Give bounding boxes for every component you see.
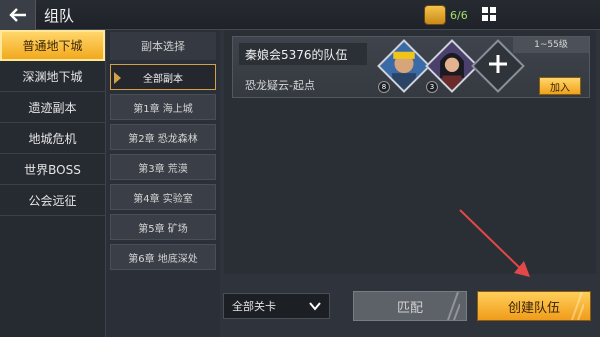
top-bar: 组队 6/6	[0, 0, 600, 30]
chapter-item-5[interactable]: 第5章 矿场	[110, 214, 216, 240]
team-card[interactable]: 秦娘会5376的队伍 恐龙疑云-起点 1~55级 8 3 加入	[232, 36, 590, 98]
chapter-item-all[interactable]: 全部副本	[110, 64, 216, 90]
plus-icon	[489, 55, 507, 73]
chevron-down-icon	[309, 302, 321, 311]
chapter-list: 副本选择 全部副本 第1章 海上城 第2章 恐龙森林 第3章 荒漠 第4章 实验…	[106, 30, 220, 337]
stage-filter-value: 全部关卡	[232, 300, 276, 313]
match-button[interactable]: 匹配	[353, 291, 467, 321]
category-normal-dungeon[interactable]: 普通地下城	[0, 30, 105, 61]
annotation-arrow-icon	[459, 209, 530, 277]
chapter-list-header: 副本选择	[110, 32, 216, 60]
back-arrow-icon	[8, 8, 26, 22]
decorative-stripes-icon	[571, 292, 584, 320]
create-team-button-label: 创建队伍	[507, 300, 560, 316]
member-level-badge-1: 8	[378, 81, 390, 93]
create-team-button[interactable]: 创建队伍	[477, 291, 591, 321]
chapter-item-4[interactable]: 第4章 实验室	[110, 184, 216, 210]
category-ruins[interactable]: 遗迹副本	[0, 92, 105, 123]
chapter-item-3[interactable]: 第3章 荒漠	[110, 154, 216, 180]
back-button[interactable]	[0, 0, 36, 30]
page-title: 组队	[44, 7, 75, 25]
match-button-label: 匹配	[396, 300, 423, 316]
team-list-panel: 秦娘会5376的队伍 恐龙疑云-起点 1~55级 8 3 加入	[224, 30, 596, 274]
treasure-box-icon	[424, 5, 446, 25]
energy-indicator: 6/6	[424, 5, 476, 25]
category-sidebar: 普通地下城 深渊地下城 遗迹副本 地城危机 世界BOSS 公会远征	[0, 30, 106, 337]
team-level-range: 1~55级	[513, 37, 589, 53]
chapter-item-1[interactable]: 第1章 海上城	[110, 94, 216, 120]
menu-grid-icon[interactable]	[482, 7, 496, 21]
decorative-stripes-icon	[447, 292, 460, 320]
team-location: 恐龙疑云-起点	[245, 79, 315, 92]
category-abyss-dungeon[interactable]: 深渊地下城	[0, 61, 105, 92]
category-guild-expedition[interactable]: 公会远征	[0, 185, 105, 216]
join-button[interactable]: 加入	[539, 77, 581, 95]
member-level-badge-2: 3	[426, 81, 438, 93]
stage-filter-dropdown[interactable]: 全部关卡	[223, 293, 330, 319]
team-name: 秦娘会5376的队伍	[239, 43, 367, 65]
chapter-item-6[interactable]: 第6章 地底深处	[110, 244, 216, 270]
category-dungeon-crisis[interactable]: 地城危机	[0, 123, 105, 154]
category-world-boss[interactable]: 世界BOSS	[0, 154, 105, 185]
chapter-item-2[interactable]: 第2章 恐龙森林	[110, 124, 216, 150]
energy-count: 6/6	[450, 8, 468, 22]
